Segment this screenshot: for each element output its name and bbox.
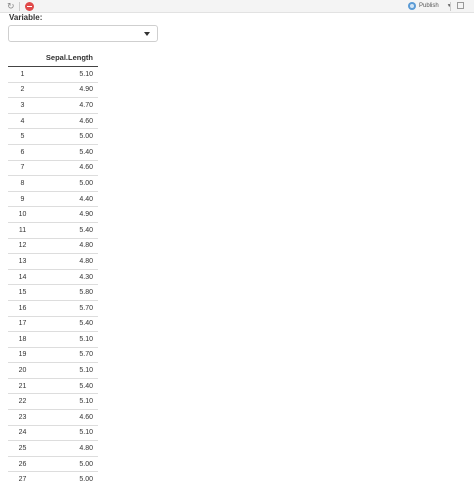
publish-icon [408, 2, 416, 10]
column-header-index [8, 49, 35, 67]
row-index: 1 [8, 66, 35, 83]
sepal-length-cell: 4.80 [35, 253, 98, 270]
table-row: 13 4.80 [8, 253, 98, 270]
sepal-length-cell: 4.60 [35, 409, 98, 426]
sepal-length-cell: 5.10 [35, 331, 98, 348]
table-row: 8 5.00 [8, 175, 98, 192]
sepal-length-cell: 5.00 [35, 455, 98, 472]
sepal-length-cell: 5.40 [35, 143, 98, 161]
sepal-length-cell: 5.40 [35, 377, 98, 394]
column-header-sepal-length: Sepal.Length [35, 49, 98, 67]
table-row: 22 5.10 [8, 393, 98, 410]
table-row: 16 5.70 [8, 299, 98, 316]
data-table: Sepal.Length 1 5.10 2 4.90 3 4.70 4 4.60 5 5.00 6 5… [8, 49, 98, 488]
row-index: 13 [8, 253, 35, 270]
table-row: 27 5.00 [8, 471, 98, 488]
sepal-length-cell: 5.70 [35, 299, 98, 316]
viewer-toolbar: ↻ Publish ▼ [0, 0, 474, 13]
sepal-length-cell: 5.10 [35, 362, 98, 379]
sepal-length-cell: 4.70 [35, 97, 98, 114]
row-index: 6 [8, 143, 35, 161]
sepal-length-cell: 5.40 [35, 221, 98, 239]
table-row: 15 5.80 [8, 284, 98, 301]
sepal-length-cell: 4.40 [35, 190, 98, 207]
table-row: 18 5.10 [8, 331, 98, 348]
row-index: 9 [8, 190, 35, 207]
table-body: 1 5.10 2 4.90 3 4.70 4 4.60 5 5.00 6 5.40 7 4.60 8 5.00… [8, 66, 98, 488]
table-row: 24 5.10 [8, 424, 98, 441]
row-index: 4 [8, 112, 35, 129]
table-row: 11 5.40 [8, 221, 98, 239]
row-index: 22 [8, 393, 35, 410]
publish-button[interactable]: Publish ▼ [408, 0, 452, 12]
refresh-icon[interactable]: ↻ [7, 1, 15, 12]
sepal-length-cell: 5.40 [35, 315, 98, 332]
sepal-length-cell: 4.90 [35, 81, 98, 98]
variable-label: Variable: [9, 13, 43, 22]
table-row: 17 5.40 [8, 315, 98, 332]
sepal-length-cell: 5.00 [35, 128, 98, 145]
table-row: 10 4.90 [8, 206, 98, 223]
row-index: 12 [8, 237, 35, 254]
row-index: 7 [8, 159, 35, 176]
sepal-length-cell: 4.80 [35, 237, 98, 254]
table-row: 2 4.90 [8, 81, 98, 98]
sepal-length-cell: 5.00 [35, 471, 98, 488]
table-row: 12 4.80 [8, 237, 98, 254]
row-index: 16 [8, 299, 35, 316]
table-header-row: Sepal.Length [8, 49, 98, 67]
popout-icon[interactable] [457, 2, 464, 9]
toolbar-divider [450, 2, 451, 11]
table-row: 1 5.10 [8, 66, 98, 83]
row-index: 23 [8, 409, 35, 426]
variable-select[interactable] [8, 25, 158, 42]
publish-label: Publish [419, 3, 439, 9]
table-row: 23 4.60 [8, 409, 98, 426]
table-row: 14 4.30 [8, 268, 98, 285]
table-row: 6 5.40 [8, 143, 98, 161]
table-row: 25 4.80 [8, 440, 98, 457]
row-index: 25 [8, 440, 35, 457]
sepal-length-cell: 4.90 [35, 206, 98, 223]
sepal-length-cell: 5.10 [35, 393, 98, 410]
row-index: 24 [8, 424, 35, 441]
table-row: 26 5.00 [8, 455, 98, 472]
row-index: 10 [8, 206, 35, 223]
table-row: 7 4.60 [8, 159, 98, 176]
chevron-down-icon[interactable] [144, 32, 150, 36]
sepal-length-cell: 5.80 [35, 284, 98, 301]
sepal-length-cell: 5.10 [35, 66, 98, 83]
row-index: 15 [8, 284, 35, 301]
table-row: 3 4.70 [8, 97, 98, 114]
sepal-length-cell: 5.00 [35, 175, 98, 192]
row-index: 3 [8, 97, 35, 114]
table-row: 9 4.40 [8, 190, 98, 207]
table-row: 19 5.70 [8, 346, 98, 363]
sepal-length-cell: 4.60 [35, 159, 98, 176]
sepal-length-cell: 5.70 [35, 346, 98, 363]
table-row: 20 5.10 [8, 362, 98, 379]
row-index: 21 [8, 377, 35, 394]
sepal-length-cell: 4.30 [35, 268, 98, 285]
row-index: 11 [8, 221, 35, 239]
table-row: 5 5.00 [8, 128, 98, 145]
row-index: 14 [8, 268, 35, 285]
row-index: 19 [8, 346, 35, 363]
sepal-length-cell: 4.60 [35, 112, 98, 129]
row-index: 5 [8, 128, 35, 145]
toolbar-divider [19, 2, 20, 11]
table-row: 4 4.60 [8, 112, 98, 129]
table-row: 21 5.40 [8, 377, 98, 394]
sepal-length-cell: 5.10 [35, 424, 98, 441]
stop-icon[interactable] [25, 2, 34, 11]
row-index: 27 [8, 471, 35, 488]
sepal-length-cell: 4.80 [35, 440, 98, 457]
row-index: 8 [8, 175, 35, 192]
row-index: 26 [8, 455, 35, 472]
row-index: 20 [8, 362, 35, 379]
row-index: 2 [8, 81, 35, 98]
row-index: 17 [8, 315, 35, 332]
row-index: 18 [8, 331, 35, 348]
